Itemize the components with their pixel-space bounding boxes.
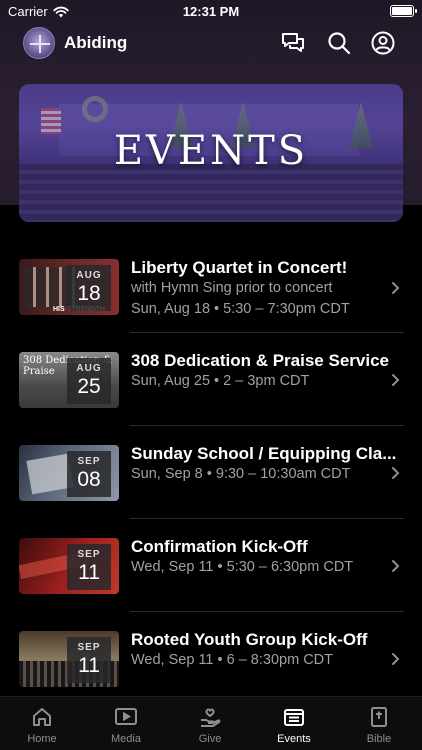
chat-bubbles-icon xyxy=(282,33,304,52)
clock: 12:31 PM xyxy=(182,4,240,19)
event-title: Liberty Quartet in Concert! xyxy=(131,258,348,277)
tab-bible[interactable]: Bible xyxy=(344,705,414,745)
status-bar: Carrier 12:31 PM xyxy=(0,0,422,24)
home-icon xyxy=(33,708,51,726)
profile-button[interactable] xyxy=(370,30,396,56)
profile-icon xyxy=(371,31,395,55)
date-day: 11 xyxy=(78,654,100,677)
event-title: 308 Dedication & Praise Service xyxy=(131,351,389,370)
event-thumbnail: SEP 11 xyxy=(19,538,119,594)
event-title: Rooted Youth Group Kick-Off xyxy=(131,630,368,649)
event-thumbnail: 308 Dedication & Praise AUG 25 xyxy=(19,352,119,408)
date-month: SEP xyxy=(77,549,101,560)
event-datetime: Wed, Sep 11 • 6 – 8:30pm CDT xyxy=(131,652,334,668)
event-thumbnail: SEP 08 xyxy=(19,445,119,501)
date-badge: SEP 11 xyxy=(67,544,111,590)
chevron-right-icon xyxy=(390,373,400,387)
tab-home[interactable]: Home xyxy=(7,705,77,745)
tab-label: Bible xyxy=(366,733,392,745)
date-month: SEP xyxy=(77,642,101,653)
date-day: 11 xyxy=(78,561,100,584)
app-header: Abiding xyxy=(0,24,422,64)
tab-label: Events xyxy=(277,733,311,745)
events-icon xyxy=(284,709,304,726)
chat-button[interactable] xyxy=(280,30,306,56)
chevron-right-icon xyxy=(390,652,400,666)
tab-bar: Home Media Give Events Bible xyxy=(0,696,422,750)
event-row[interactable]: SEP 11 Rooted Youth Group Kick-Off Wed, … xyxy=(0,612,422,705)
tab-events[interactable]: Events xyxy=(259,705,329,745)
event-datetime: Sun, Aug 25 • 2 – 3pm CDT xyxy=(131,373,310,389)
church-logo-avatar[interactable] xyxy=(23,27,55,59)
search-button[interactable] xyxy=(326,30,352,56)
tab-label: Media xyxy=(111,733,141,745)
search-icon xyxy=(328,32,351,55)
date-month: AUG xyxy=(76,363,102,374)
date-badge: SEP 08 xyxy=(67,451,111,497)
date-badge: AUG 18 xyxy=(67,265,111,311)
date-badge: SEP 11 xyxy=(67,637,111,683)
event-datetime: Sun, Sep 8 • 9:30 – 10:30am CDT xyxy=(131,466,351,482)
chevron-right-icon xyxy=(390,559,400,573)
tab-label: Give xyxy=(198,733,222,745)
date-badge: AUG 25 xyxy=(67,358,111,404)
event-subtitle: with Hymn Sing prior to concert xyxy=(131,280,333,296)
event-datetime: Sun, Aug 18 • 5:30 – 7:30pm CDT xyxy=(131,301,350,317)
event-datetime: Wed, Sep 11 • 5:30 – 6:30pm CDT xyxy=(131,559,354,575)
chevron-right-icon xyxy=(390,281,400,295)
event-row[interactable]: HIS STRENGTH AUG 18 Liberty Quartet in C… xyxy=(0,240,422,333)
date-day: 08 xyxy=(77,468,101,491)
event-row[interactable]: SEP 08 Sunday School / Equipping Cla... … xyxy=(0,426,422,519)
play-icon xyxy=(115,708,137,725)
date-month: AUG xyxy=(76,270,102,281)
chevron-right-icon xyxy=(390,466,400,480)
event-title: Confirmation Kick-Off xyxy=(131,537,308,556)
date-day: 18 xyxy=(77,282,101,305)
date-month: SEP xyxy=(77,456,101,467)
events-banner: EVENTS xyxy=(19,84,403,222)
date-day: 25 xyxy=(77,375,101,398)
banner-title: EVENTS xyxy=(113,128,309,174)
bible-icon xyxy=(371,707,387,727)
event-thumbnail: SEP 11 xyxy=(19,631,119,687)
event-title: Sunday School / Equipping Cla... xyxy=(131,444,397,463)
battery-icon xyxy=(390,5,417,17)
tab-label: Home xyxy=(27,733,57,745)
event-row[interactable]: 308 Dedication & Praise AUG 25 308 Dedic… xyxy=(0,333,422,426)
event-row[interactable]: SEP 11 Confirmation Kick-Off Wed, Sep 11… xyxy=(0,519,422,612)
event-thumbnail: HIS STRENGTH AUG 18 xyxy=(19,259,119,315)
tab-give[interactable]: Give xyxy=(175,705,245,745)
app-title: Abiding xyxy=(64,33,128,52)
give-heart-hand-icon xyxy=(201,708,221,727)
tab-media[interactable]: Media xyxy=(91,705,161,745)
